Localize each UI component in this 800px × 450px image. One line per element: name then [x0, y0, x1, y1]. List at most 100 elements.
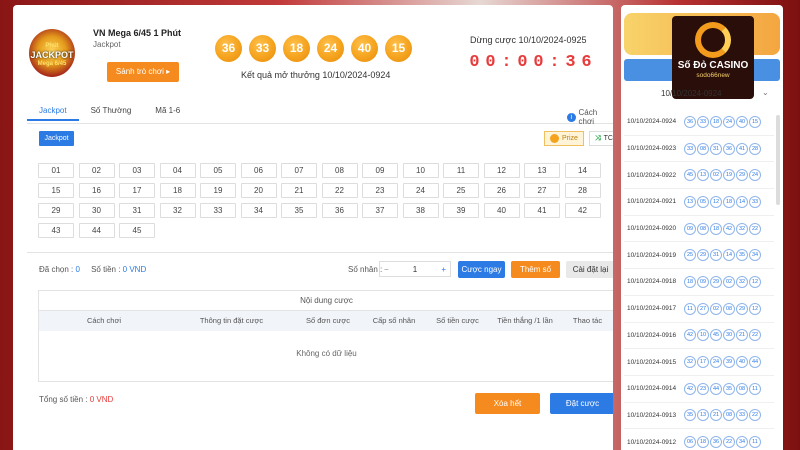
- number-button[interactable]: 31: [119, 203, 155, 218]
- number-button[interactable]: 02: [78, 163, 115, 178]
- number-button[interactable]: 42: [564, 203, 601, 218]
- add-number-button[interactable]: Thêm số: [511, 261, 560, 278]
- place-bet-button[interactable]: Đặt cược: [550, 393, 613, 414]
- number-button[interactable]: 14: [564, 163, 601, 178]
- result-number: 24: [749, 169, 761, 182]
- result-row[interactable]: 10/10/2024-0923 33 08 31 36 41 28: [624, 136, 774, 163]
- number-button[interactable]: 35: [281, 203, 317, 218]
- result-number: 24: [723, 115, 735, 128]
- result-number: 44: [710, 382, 722, 395]
- number-button[interactable]: 21: [281, 183, 317, 198]
- result-row[interactable]: 10/10/2024-0914 42 23 44 35 08 11: [624, 376, 774, 403]
- result-numbers: 13 05 12 18 14 33: [684, 195, 761, 208]
- number-button[interactable]: 34: [240, 203, 277, 218]
- number-button[interactable]: 41: [524, 203, 560, 218]
- result-row[interactable]: 10/10/2024-0918 18 09 29 02 32 12: [624, 269, 774, 296]
- chevron-down-icon[interactable]: ⌄: [762, 88, 769, 97]
- number-button[interactable]: 09: [362, 163, 398, 178]
- result-row[interactable]: 10/10/2024-0921 13 05 12 18 14 33: [624, 189, 774, 216]
- number-button[interactable]: 33: [200, 203, 236, 218]
- multiplier-stepper[interactable]: − 1 +: [379, 261, 451, 277]
- result-number: 34: [736, 436, 748, 449]
- number-button[interactable]: 22: [321, 183, 358, 198]
- tab-jackpot[interactable]: Jackpot: [27, 101, 79, 121]
- reset-button[interactable]: Cài đặt lại: [566, 261, 613, 278]
- number-button[interactable]: 30: [78, 203, 115, 218]
- result-row[interactable]: 10/10/2024-0916 42 10 45 30 21 22: [624, 323, 774, 350]
- how-to-play-link[interactable]: i Cách chơi: [567, 108, 613, 126]
- result-number: 27: [697, 302, 709, 315]
- result-number: 24: [710, 356, 722, 369]
- result-number: 33: [684, 142, 696, 155]
- result-number: 08: [697, 222, 709, 235]
- result-row[interactable]: 10/10/2024-0924 36 33 18 24 40 15: [624, 109, 774, 136]
- result-number: 21: [736, 329, 748, 342]
- subtab-jackpot[interactable]: Jackpot: [39, 131, 74, 146]
- result-row[interactable]: 10/10/2024-0912 06 18 36 22 34 11: [624, 429, 774, 450]
- number-button[interactable]: 13: [524, 163, 560, 178]
- result-row[interactable]: 10/10/2024-0913 35 13 21 08 33 22: [624, 403, 774, 430]
- number-button[interactable]: 17: [119, 183, 155, 198]
- number-button[interactable]: 15: [38, 183, 74, 198]
- prize-button[interactable]: Prize: [544, 131, 584, 146]
- result-number: 42: [723, 222, 735, 235]
- number-button[interactable]: 36: [321, 203, 358, 218]
- number-button[interactable]: 23: [362, 183, 398, 198]
- result-ball: 40: [351, 35, 378, 62]
- number-button[interactable]: 03: [119, 163, 155, 178]
- number-button[interactable]: 28: [564, 183, 601, 198]
- number-button[interactable]: 26: [483, 183, 520, 198]
- result-row[interactable]: 10/10/2024-0919 25 29 31 14 35 34: [624, 242, 774, 270]
- number-button[interactable]: 29: [38, 203, 74, 218]
- bet-now-button[interactable]: Cược ngay: [458, 261, 505, 278]
- number-button[interactable]: 10: [402, 163, 439, 178]
- countdown-timer: 0 0 : 0 0 : 3 6: [469, 53, 592, 72]
- number-button[interactable]: 43: [38, 223, 74, 238]
- number-button[interactable]: 38: [402, 203, 439, 218]
- number-button[interactable]: 40: [483, 203, 520, 218]
- result-number: 35: [736, 249, 748, 262]
- result-row[interactable]: 10/10/2024-0915 32 17 24 39 40 44: [624, 349, 774, 376]
- results-sidebar: Số Đỏ CASINO sodo66new 10/10/2024-0924 ⌄…: [621, 5, 783, 450]
- betting-panel: Phút JACKPOT Mega 6/45 VN Mega 6/45 1 Ph…: [13, 5, 613, 450]
- number-button[interactable]: 37: [362, 203, 398, 218]
- number-button[interactable]: 08: [321, 163, 358, 178]
- tab-regular-numbers[interactable]: Số Thường: [79, 101, 144, 121]
- number-button[interactable]: 06: [240, 163, 277, 178]
- number-button[interactable]: 44: [78, 223, 115, 238]
- result-row[interactable]: 10/10/2024-0920 09 08 18 42 32 22: [624, 216, 774, 243]
- number-button[interactable]: 45: [119, 223, 155, 238]
- result-number: 05: [697, 195, 709, 208]
- clear-all-button[interactable]: Xóa hết: [475, 393, 540, 414]
- result-row[interactable]: 10/10/2024-0917 11 27 02 08 29 12: [624, 296, 774, 323]
- result-number: 45: [684, 169, 696, 182]
- number-button[interactable]: 01: [38, 163, 74, 178]
- number-button[interactable]: 18: [159, 183, 196, 198]
- number-button[interactable]: 04: [159, 163, 196, 178]
- number-button[interactable]: 25: [443, 183, 479, 198]
- number-button[interactable]: 24: [402, 183, 439, 198]
- number-button[interactable]: 39: [443, 203, 479, 218]
- number-button[interactable]: 16: [78, 183, 115, 198]
- scrollbar[interactable]: [776, 115, 780, 205]
- lobby-button[interactable]: Sảnh trò chơi ▸: [107, 62, 179, 82]
- draw-date-select[interactable]: 10/10/2024-0924: [661, 89, 722, 98]
- minus-icon[interactable]: −: [384, 265, 389, 274]
- tab-code-1-6[interactable]: Mã 1-6: [143, 101, 192, 121]
- plus-icon[interactable]: +: [441, 265, 446, 274]
- number-button[interactable]: 20: [240, 183, 277, 198]
- number-button[interactable]: 19: [200, 183, 236, 198]
- number-button[interactable]: 32: [159, 203, 196, 218]
- number-button[interactable]: 11: [443, 163, 479, 178]
- number-button[interactable]: 12: [483, 163, 520, 178]
- number-button[interactable]: 05: [200, 163, 236, 178]
- result-number: 15: [749, 115, 761, 128]
- tc-button[interactable]: ⤨ TC: [588, 131, 613, 146]
- number-button[interactable]: 27: [524, 183, 560, 198]
- result-number: 33: [736, 409, 748, 422]
- result-number: 32: [736, 222, 748, 235]
- result-numbers: 45 13 02 19 29 24: [684, 169, 761, 182]
- result-row[interactable]: 10/10/2024-0922 45 13 02 19 29 24: [624, 162, 774, 190]
- number-button[interactable]: 07: [281, 163, 317, 178]
- multiplier-value[interactable]: 1: [413, 265, 417, 274]
